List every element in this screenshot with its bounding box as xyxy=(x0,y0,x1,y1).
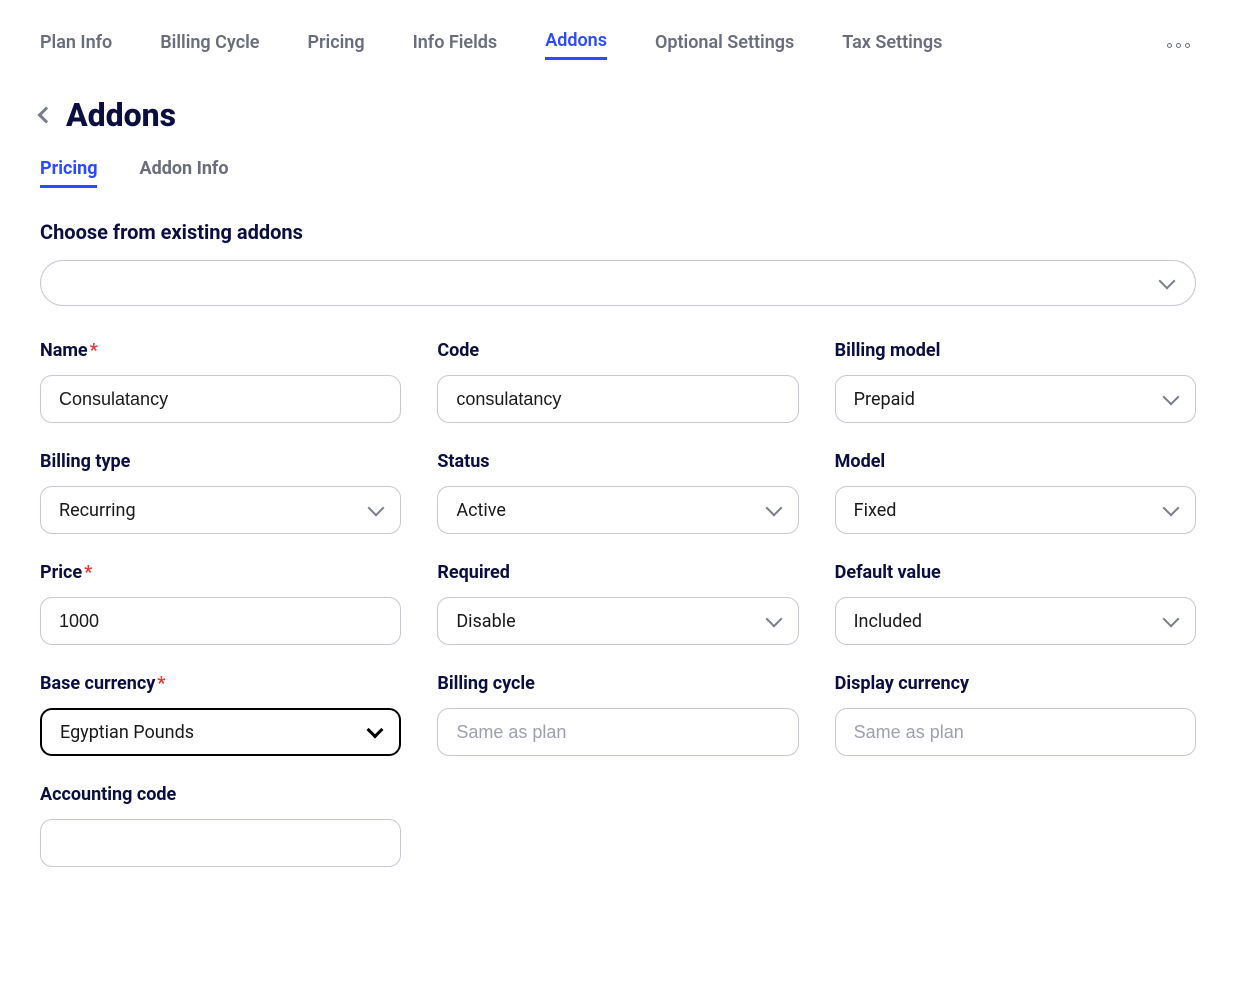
code-label: Code xyxy=(437,340,798,361)
model-label: Model xyxy=(835,451,1196,472)
name-input[interactable] xyxy=(40,375,401,423)
tab-tax-settings[interactable]: Tax Settings xyxy=(842,32,942,59)
page-title: Addons xyxy=(66,96,176,134)
top-nav: Plan Info Billing Cycle Pricing Info Fie… xyxy=(40,30,1196,60)
chevron-down-icon xyxy=(367,722,384,739)
name-label: Name* xyxy=(40,340,401,361)
accounting-code-label: Accounting code xyxy=(40,784,401,805)
base-currency-label: Base currency* xyxy=(40,673,401,694)
back-chevron-icon[interactable] xyxy=(38,107,55,124)
accounting-code-input[interactable] xyxy=(40,819,401,867)
tab-optional-settings[interactable]: Optional Settings xyxy=(655,32,794,59)
tab-info-fields[interactable]: Info Fields xyxy=(413,32,498,59)
existing-addons-select[interactable] xyxy=(40,260,1196,306)
subtab-pricing[interactable]: Pricing xyxy=(40,158,97,188)
sub-tabs: Pricing Addon Info xyxy=(40,158,1196,188)
chevron-down-icon xyxy=(765,611,782,628)
default-value-select[interactable]: Included xyxy=(835,597,1196,645)
base-currency-select[interactable]: Egyptian Pounds xyxy=(40,708,401,756)
chevron-down-icon xyxy=(1163,500,1180,517)
billing-type-label: Billing type xyxy=(40,451,401,472)
required-select[interactable]: Disable xyxy=(437,597,798,645)
tab-pricing[interactable]: Pricing xyxy=(308,32,365,59)
billing-model-label: Billing model xyxy=(835,340,1196,361)
more-options-icon[interactable] xyxy=(1161,37,1196,54)
required-label: Required xyxy=(437,562,798,583)
tab-plan-info[interactable]: Plan Info xyxy=(40,32,112,59)
chevron-down-icon xyxy=(368,500,385,517)
billing-type-select[interactable]: Recurring xyxy=(40,486,401,534)
display-currency-label: Display currency xyxy=(835,673,1196,694)
chevron-down-icon xyxy=(1159,273,1176,290)
chevron-down-icon xyxy=(1163,389,1180,406)
model-select[interactable]: Fixed xyxy=(835,486,1196,534)
code-input[interactable] xyxy=(437,375,798,423)
display-currency-input[interactable] xyxy=(835,708,1196,756)
subtab-addon-info[interactable]: Addon Info xyxy=(139,158,228,188)
default-value-label: Default value xyxy=(835,562,1196,583)
status-label: Status xyxy=(437,451,798,472)
price-label: Price* xyxy=(40,562,401,583)
chevron-down-icon xyxy=(765,500,782,517)
tab-addons[interactable]: Addons xyxy=(545,30,607,60)
billing-cycle-input[interactable] xyxy=(437,708,798,756)
existing-addons-label: Choose from existing addons xyxy=(40,220,1196,244)
billing-model-select[interactable]: Prepaid xyxy=(835,375,1196,423)
chevron-down-icon xyxy=(1163,611,1180,628)
status-select[interactable]: Active xyxy=(437,486,798,534)
billing-cycle-label: Billing cycle xyxy=(437,673,798,694)
price-input[interactable] xyxy=(40,597,401,645)
tab-billing-cycle[interactable]: Billing Cycle xyxy=(160,32,259,59)
